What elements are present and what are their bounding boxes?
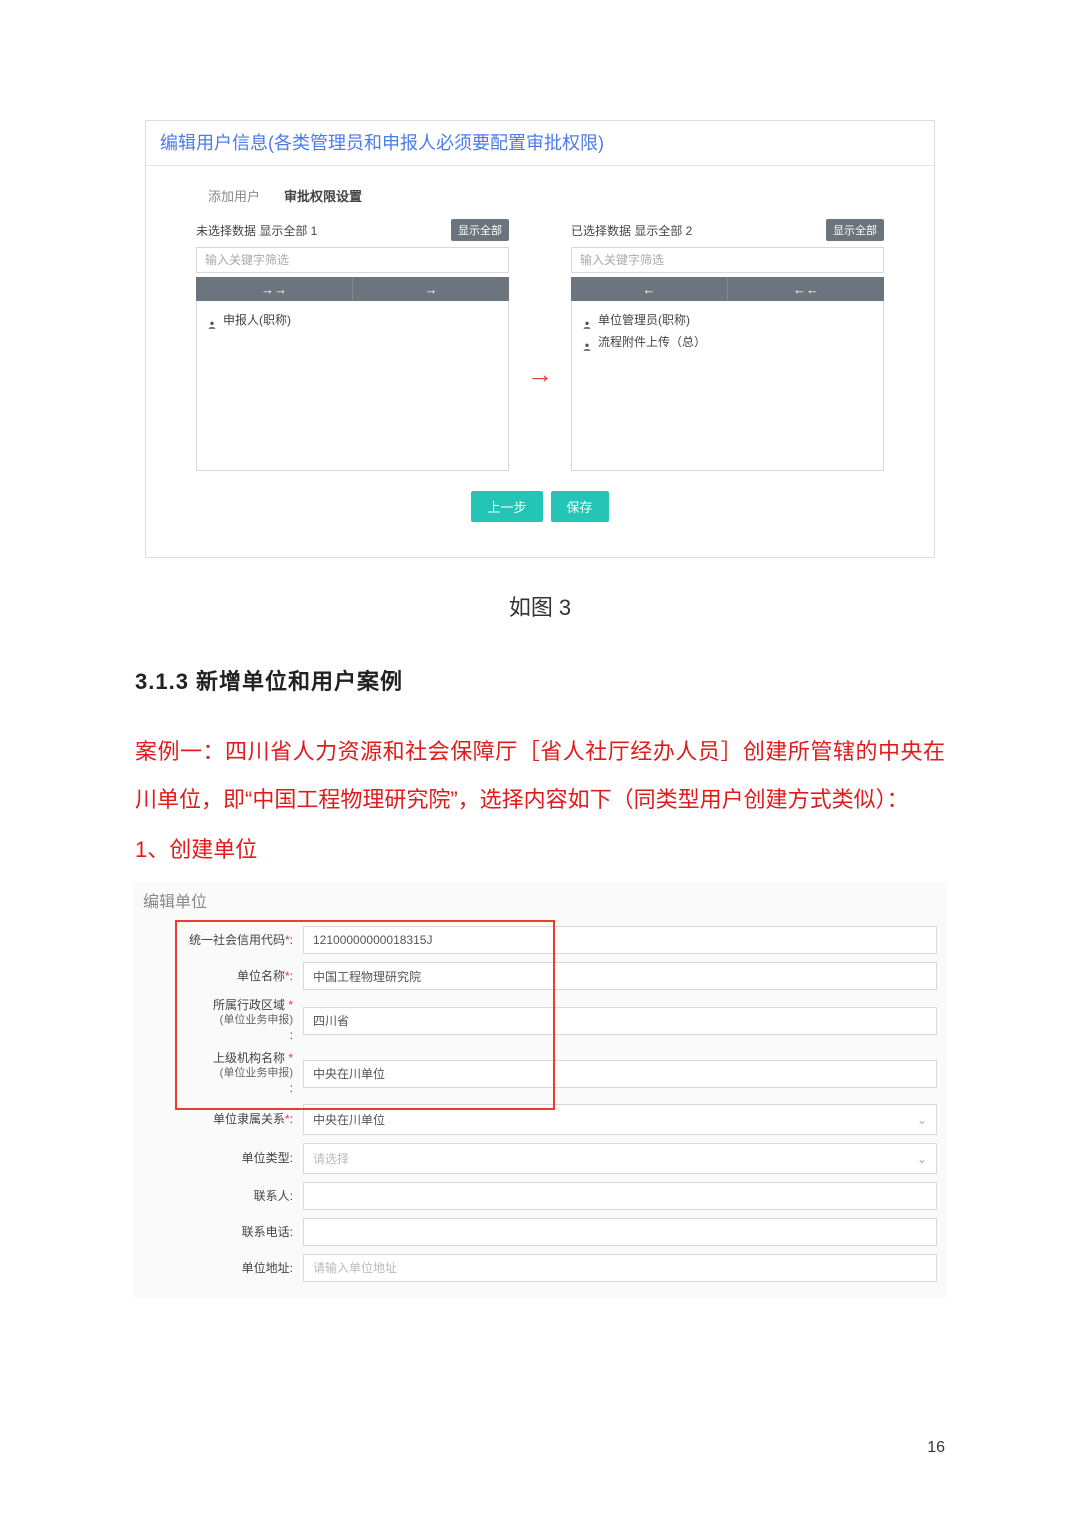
right-item-label: 流程附件上传（总） <box>598 331 706 353</box>
person-icon <box>207 315 217 325</box>
tab-approval-perm[interactable]: 审批权限设置 <box>272 180 374 213</box>
field-contact[interactable] <box>303 1182 937 1210</box>
left-list: 申报人(职称) <box>196 301 509 471</box>
field-unit-name[interactable] <box>303 962 937 990</box>
figure-caption: 如图 3 <box>135 590 945 622</box>
label-address: 单位地址: <box>143 1261 293 1276</box>
label-credit-code: 统一社会信用代码*: <box>143 933 293 948</box>
field-credit-code[interactable] <box>303 926 937 954</box>
person-icon <box>582 315 592 325</box>
label-phone: 联系电话: <box>143 1225 293 1240</box>
transfer-right: 已选择数据 显示全部 2 显示全部 ← ←← 单位管理员(职称) <box>571 217 884 471</box>
unit-type-value: 请选择 <box>313 1150 349 1167</box>
center-arrow-icon: → <box>527 299 553 390</box>
list-item[interactable]: 申报人(职称) <box>207 309 498 331</box>
left-action-bar: →→ → <box>196 277 509 301</box>
save-button[interactable]: 保存 <box>551 491 609 522</box>
left-item-label: 申报人(职称) <box>223 309 291 331</box>
field-region[interactable] <box>303 1007 937 1035</box>
move-left-button[interactable]: ← <box>571 277 727 301</box>
field-parent-org[interactable] <box>303 1060 937 1088</box>
right-action-bar: ← ←← <box>571 277 884 301</box>
field-unit-type[interactable]: 请选择 ⌄ <box>303 1143 937 1174</box>
case-description: 案例一：四川省人力资源和社会保障厅［省人社厅经办人员］创建所管辖的中央在川单位，… <box>135 728 945 824</box>
left-header: 未选择数据 显示全部 1 <box>196 222 317 239</box>
right-header: 已选择数据 显示全部 2 <box>571 222 692 239</box>
label-parent-org: 上级机构名称 *(单位业务申报): <box>143 1051 293 1096</box>
right-list: 单位管理员(职称) 流程附件上传（总） <box>571 301 884 471</box>
list-item[interactable]: 单位管理员(职称) <box>582 309 873 331</box>
list-item[interactable]: 流程附件上传（总） <box>582 331 873 353</box>
page-number: 16 <box>927 1439 945 1457</box>
edit-user-dialog: 编辑用户信息(各类管理员和申报人必须要配置审批权限) 添加用户 审批权限设置 未… <box>145 120 935 558</box>
move-all-left-button[interactable]: ←← <box>727 277 884 301</box>
label-contact: 联系人: <box>143 1189 293 1204</box>
field-phone[interactable] <box>303 1218 937 1246</box>
field-address[interactable] <box>303 1254 937 1282</box>
form-title: 编辑单位 <box>133 882 947 922</box>
label-unit-name: 单位名称*: <box>143 969 293 984</box>
chevron-down-icon: ⌄ <box>917 1152 927 1166</box>
prev-step-button[interactable]: 上一步 <box>471 491 542 522</box>
dialog-tabs: 添加用户 审批权限设置 <box>196 180 884 213</box>
right-filter-input[interactable] <box>571 247 884 273</box>
right-item-label: 单位管理员(职称) <box>598 309 690 331</box>
left-filter-input[interactable] <box>196 247 509 273</box>
field-affiliation[interactable]: 中央在川单位 ⌄ <box>303 1104 937 1135</box>
edit-unit-form: 编辑单位 统一社会信用代码*: 单位名称*: 所属行政区域 *(单位业务申报):… <box>133 882 947 1298</box>
move-all-right-button[interactable]: →→ <box>196 277 352 301</box>
affiliation-value: 中央在川单位 <box>313 1111 385 1128</box>
move-right-button[interactable]: → <box>352 277 509 301</box>
left-show-all-button[interactable]: 显示全部 <box>451 219 509 241</box>
section-heading: 3.1.3 新增单位和用户案例 <box>135 664 945 696</box>
transfer-left: 未选择数据 显示全部 1 显示全部 →→ → 申报人(职称) <box>196 217 509 471</box>
person-icon <box>582 337 592 347</box>
dialog-title: 编辑用户信息(各类管理员和申报人必须要配置审批权限) <box>146 121 934 166</box>
label-affiliation: 单位隶属关系*: <box>143 1112 293 1127</box>
label-region: 所属行政区域 *(单位业务申报): <box>143 998 293 1043</box>
tab-add-user[interactable]: 添加用户 <box>196 180 272 213</box>
chevron-down-icon: ⌄ <box>917 1113 927 1127</box>
right-show-all-button[interactable]: 显示全部 <box>826 219 884 241</box>
label-unit-type: 单位类型: <box>143 1151 293 1166</box>
case-subhead: 1、创建单位 <box>135 828 945 872</box>
